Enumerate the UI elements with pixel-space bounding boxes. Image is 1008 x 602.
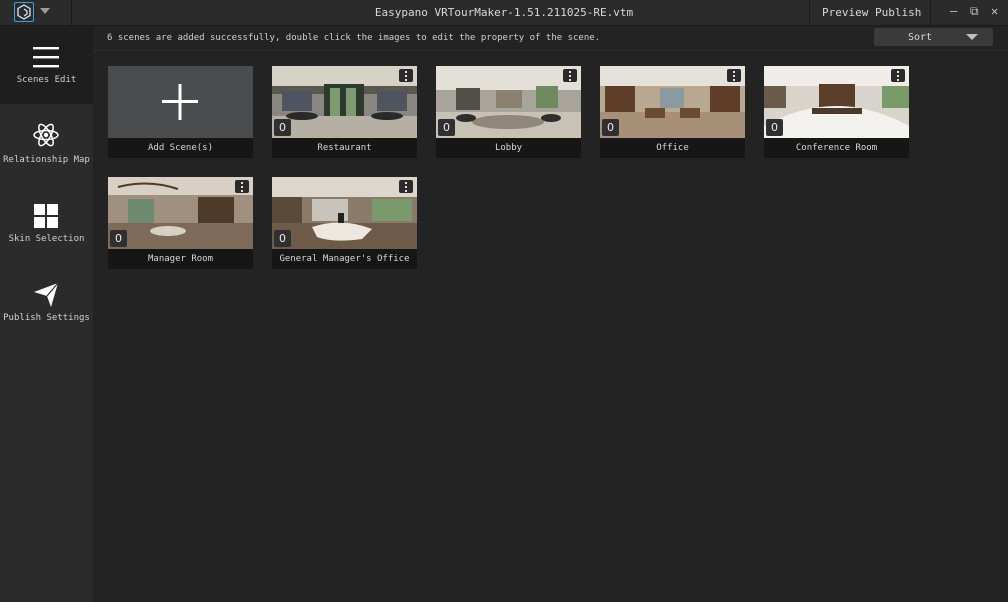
publish-button[interactable]: Publish	[875, 6, 921, 19]
scene-card-restaurant[interactable]: 0 Restaurant	[272, 66, 417, 158]
hotspot-count-badge: 0	[438, 119, 455, 136]
hamburger-icon	[33, 47, 59, 68]
add-scene-tile[interactable]	[108, 66, 253, 138]
scene-name: General Manager's Office	[272, 249, 417, 269]
sidebar-item-scenes-edit[interactable]: Scenes Edit	[0, 26, 93, 104]
scene-name: Restaurant	[272, 138, 417, 158]
scene-thumbnail[interactable]	[272, 66, 417, 138]
panorama-image	[764, 66, 909, 138]
atom-icon	[33, 123, 59, 147]
scene-menu-button[interactable]	[891, 69, 905, 82]
hotspot-count-badge: 0	[274, 230, 291, 247]
sidebar-item-label: Skin Selection	[8, 234, 85, 244]
scene-card-lobby[interactable]: 0 Lobby	[436, 66, 581, 158]
minimize-button[interactable]: —	[950, 4, 957, 18]
scene-thumbnail[interactable]	[436, 66, 581, 138]
hotspot-count-badge: 0	[602, 119, 619, 136]
scene-menu-button[interactable]	[727, 69, 741, 82]
sort-label: Sort	[908, 32, 933, 43]
scene-name: Conference Room	[764, 138, 909, 158]
panorama-image	[436, 66, 581, 138]
send-icon	[34, 282, 59, 307]
hotspot-count-badge: 0	[766, 119, 783, 136]
panorama-image	[600, 66, 745, 138]
scene-card-general-managers-office[interactable]: 0 General Manager's Office	[272, 177, 417, 269]
scene-card-conference-room[interactable]: 0 Conference Room	[764, 66, 909, 158]
scene-thumbnail[interactable]	[108, 177, 253, 249]
sort-dropdown[interactable]: Sort	[874, 28, 993, 46]
status-message: 6 scenes are added successfully, double …	[107, 33, 601, 43]
scene-name: Lobby	[436, 138, 581, 158]
scene-thumbnail[interactable]	[600, 66, 745, 138]
scene-menu-button[interactable]	[563, 69, 577, 82]
plus-icon	[162, 84, 198, 120]
scene-card-office[interactable]: 0 Office	[600, 66, 745, 158]
sidebar-item-label: Scenes Edit	[16, 75, 77, 85]
sidebar: Scenes Edit Relationship Map Skin Select…	[0, 26, 93, 602]
add-scene-card[interactable]: Add Scene(s)	[108, 66, 253, 158]
scene-menu-button[interactable]	[399, 69, 413, 82]
sidebar-item-label: Relationship Map	[3, 155, 90, 165]
restore-button[interactable]: ⧉	[970, 4, 979, 19]
sidebar-item-relationship-map[interactable]: Relationship Map	[0, 104, 93, 182]
panorama-image	[272, 177, 417, 249]
panorama-image	[108, 177, 253, 249]
preview-button[interactable]: Preview	[822, 6, 868, 19]
close-button[interactable]: ✕	[991, 4, 998, 18]
scene-name: Manager Room	[108, 249, 253, 269]
scene-menu-button[interactable]	[399, 180, 413, 193]
scene-thumbnail[interactable]	[272, 177, 417, 249]
add-scene-label: Add Scene(s)	[108, 138, 253, 158]
hotspot-count-badge: 0	[274, 119, 291, 136]
hotspot-count-badge: 0	[110, 230, 127, 247]
panorama-image	[272, 66, 417, 138]
chevron-down-icon	[966, 34, 978, 40]
scene-card-manager-room[interactable]: 0 Manager Room	[108, 177, 253, 269]
scene-menu-button[interactable]	[235, 180, 249, 193]
scene-name: Office	[600, 138, 745, 158]
title-bar: Easypano VRTourMaker-1.51.211025-RE.vtm …	[0, 0, 1008, 26]
grid-icon	[34, 204, 58, 228]
scene-thumbnail[interactable]	[764, 66, 909, 138]
titlebar-divider	[809, 0, 810, 25]
titlebar-divider	[930, 0, 931, 25]
sidebar-item-skin-selection[interactable]: Skin Selection	[0, 183, 93, 261]
sidebar-item-publish-settings[interactable]: Publish Settings	[0, 262, 93, 340]
header-divider	[93, 50, 1008, 51]
sidebar-item-label: Publish Settings	[3, 313, 90, 323]
